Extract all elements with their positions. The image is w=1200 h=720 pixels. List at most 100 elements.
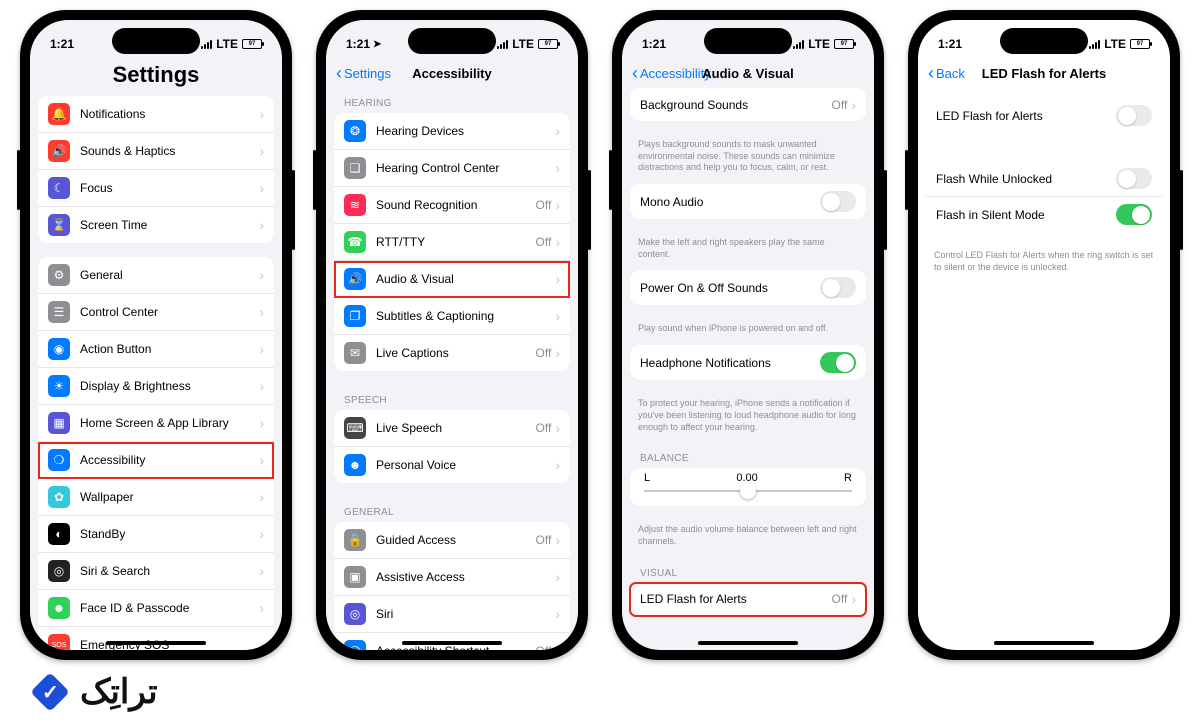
- chevron-right-icon: ›: [555, 160, 560, 176]
- settings-row[interactable]: ◉ Action Button›: [38, 331, 274, 368]
- balance-right: R: [844, 472, 852, 484]
- row-icon: ❂: [344, 120, 366, 142]
- settings-group: Mono Audio: [630, 184, 866, 219]
- balance-slider[interactable]: [644, 490, 852, 492]
- settings-row[interactable]: 🔒Guided AccessOff›: [334, 522, 570, 559]
- section-header: BALANCE: [622, 443, 874, 468]
- settings-row[interactable]: ☻Personal Voice›: [334, 447, 570, 483]
- row-icon: ❍: [344, 640, 366, 650]
- home-indicator[interactable]: [994, 641, 1094, 645]
- settings-group: Power On & Off Sounds: [630, 270, 866, 305]
- chevron-right-icon: ›: [555, 234, 560, 250]
- settings-group: Headphone Notifications: [630, 345, 866, 380]
- row-icon: ◉: [48, 338, 70, 360]
- settings-row[interactable]: ☎RTT/TTYOff›: [334, 224, 570, 261]
- row-label: Action Button: [80, 342, 259, 356]
- home-indicator[interactable]: [698, 641, 798, 645]
- back-button[interactable]: ‹Settings: [336, 64, 391, 82]
- row-icon: ⌨: [344, 417, 366, 439]
- phone-2: 1:21➤ LTE97 ‹Settings Accessibility HEAR…: [316, 10, 588, 660]
- settings-row[interactable]: ☀Display & Brightness›: [38, 368, 274, 405]
- chevron-right-icon: ›: [259, 378, 264, 394]
- row-value: Off: [536, 533, 552, 547]
- row-icon: ☻: [48, 597, 70, 619]
- row-icon: ❏: [344, 157, 366, 179]
- settings-row[interactable]: ❂Hearing Devices›: [334, 113, 570, 150]
- row-label: Flash in Silent Mode: [936, 208, 1116, 222]
- toggle[interactable]: [1116, 204, 1152, 225]
- settings-row[interactable]: ✿Wallpaper›: [38, 479, 274, 516]
- settings-group: 🔒Guided AccessOff›▣Assistive Access›◎Sir…: [334, 522, 570, 650]
- settings-row[interactable]: Power On & Off Sounds: [630, 270, 866, 305]
- settings-row[interactable]: ≋Sound RecognitionOff›: [334, 187, 570, 224]
- settings-row[interactable]: 🔊 Audio & Visual›: [334, 261, 570, 298]
- row-icon: ☾: [48, 177, 70, 199]
- toggle[interactable]: [1116, 168, 1152, 189]
- settings-group: ⚙General›☰Control Center›◉Action Button›…: [38, 257, 274, 650]
- settings-row[interactable]: ▣Assistive Access›: [334, 559, 570, 596]
- settings-row[interactable]: ❏Hearing Control Center›: [334, 150, 570, 187]
- chevron-right-icon: ›: [555, 532, 560, 548]
- settings-row[interactable]: ⌨Live SpeechOff›: [334, 410, 570, 447]
- settings-row[interactable]: ⚙General›: [38, 257, 274, 294]
- chevron-right-icon: ›: [259, 637, 264, 650]
- settings-row[interactable]: ❍Accessibility›: [38, 442, 274, 479]
- signal-icon: [201, 40, 212, 49]
- settings-row[interactable]: ☰Control Center›: [38, 294, 274, 331]
- settings-row[interactable]: Headphone Notifications: [630, 345, 866, 380]
- row-label: LED Flash for Alerts: [640, 592, 832, 606]
- row-label: Subtitles & Captioning: [376, 309, 555, 323]
- settings-row[interactable]: LED Flash for AlertsOff›: [630, 583, 866, 616]
- row-label: Home Screen & App Library: [80, 416, 259, 430]
- toggle[interactable]: [1116, 105, 1152, 126]
- home-indicator[interactable]: [402, 641, 502, 645]
- settings-row[interactable]: 🔊Sounds & Haptics›: [38, 133, 274, 170]
- chevron-right-icon: ›: [851, 591, 856, 607]
- settings-row[interactable]: ◎Siri & Search›: [38, 553, 274, 590]
- row-label: Live Speech: [376, 421, 536, 435]
- settings-row[interactable]: SOSEmergency SOS›: [38, 627, 274, 650]
- chevron-right-icon: ›: [259, 341, 264, 357]
- row-label: Live Captions: [376, 346, 536, 360]
- row-label: Headphone Notifications: [640, 356, 820, 370]
- row-icon: ≋: [344, 194, 366, 216]
- settings-row[interactable]: 🔔Notifications›: [38, 96, 274, 133]
- home-indicator[interactable]: [106, 641, 206, 645]
- toggle[interactable]: [820, 352, 856, 373]
- back-button[interactable]: ‹Back: [928, 64, 965, 82]
- settings-row[interactable]: ☾Focus›: [38, 170, 274, 207]
- settings-group: Background SoundsOff›: [630, 88, 866, 121]
- row-label: Assistive Access: [376, 570, 555, 584]
- row-label: Mono Audio: [640, 195, 820, 209]
- settings-row[interactable]: ◐StandBy›: [38, 516, 274, 553]
- toggle[interactable]: [820, 191, 856, 212]
- chevron-right-icon: ›: [259, 489, 264, 505]
- row-value: Off: [536, 421, 552, 435]
- settings-row[interactable]: ⌛Screen Time›: [38, 207, 274, 243]
- row-icon: ❍: [48, 449, 70, 471]
- row-icon: ◐: [48, 523, 70, 545]
- chevron-right-icon: ›: [555, 271, 560, 287]
- settings-row[interactable]: ◎Siri›: [334, 596, 570, 633]
- row-label: Audio & Visual: [376, 272, 555, 286]
- chevron-right-icon: ›: [259, 143, 264, 159]
- row-label: RTT/TTY: [376, 235, 536, 249]
- settings-row[interactable]: Mono Audio: [630, 184, 866, 219]
- phone-4: 1:21 LTE97 ‹Back LED Flash for Alerts LE…: [908, 10, 1180, 660]
- row-icon: 🔊: [344, 268, 366, 290]
- settings-row[interactable]: ❐Subtitles & Captioning›: [334, 298, 570, 335]
- settings-row[interactable]: Flash in Silent Mode: [926, 197, 1162, 232]
- settings-row[interactable]: ▦Home Screen & App Library›: [38, 405, 274, 442]
- back-button[interactable]: ‹Accessibility: [632, 64, 711, 82]
- chevron-right-icon: ›: [555, 569, 560, 585]
- section-footer: Make the left and right speakers play th…: [622, 233, 874, 270]
- row-icon: ✿: [48, 486, 70, 508]
- settings-row[interactable]: ✉Live CaptionsOff›: [334, 335, 570, 371]
- settings-row[interactable]: Background SoundsOff›: [630, 88, 866, 121]
- dynamic-island: [112, 28, 200, 54]
- toggle[interactable]: [820, 277, 856, 298]
- settings-row[interactable]: LED Flash for Alerts: [926, 98, 1162, 133]
- chevron-right-icon: ›: [555, 197, 560, 213]
- settings-row[interactable]: ☻Face ID & Passcode›: [38, 590, 274, 627]
- settings-row[interactable]: Flash While Unlocked: [926, 161, 1162, 197]
